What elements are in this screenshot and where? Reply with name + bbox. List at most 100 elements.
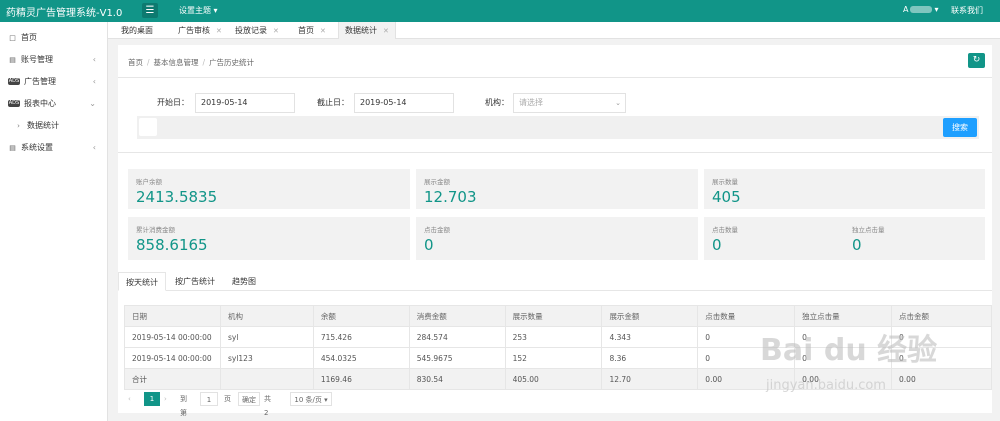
table-cell: syl123 (219, 347, 314, 369)
tab-trend[interactable]: 趋势图 (224, 272, 264, 291)
breadcrumb: 首页 / 基本信息管理 / 广告历史统计 (128, 57, 254, 68)
table-cell: 545.9675 (408, 347, 506, 369)
stat-label: 点击数量 (712, 226, 738, 234)
chevron-down-icon: ⌄ (615, 99, 621, 107)
close-icon[interactable]: ✕ (383, 27, 389, 35)
breadcrumb-home[interactable]: 首页 (128, 58, 143, 67)
user-initial: A (903, 5, 909, 14)
close-icon[interactable]: ✕ (216, 27, 222, 35)
column-header[interactable]: 展示数量 (504, 305, 603, 327)
top-bar: 药精灵广告管理系统-V1.0 ☰ 设置主题 ▾ A ▾ 联系我们 (0, 0, 1000, 22)
stat-label-secondary: 独立点击量 (852, 226, 885, 234)
report-badge-icon: ADS (8, 100, 20, 107)
divider (118, 77, 992, 78)
home-icon: □ (9, 34, 16, 42)
table-cell: 2019-05-14 00:00:00 (124, 347, 221, 369)
prev-page-icon[interactable]: ‹ (128, 392, 140, 406)
contact-link[interactable]: 联系我们 (951, 5, 983, 16)
table-cell: 454.0325 (312, 347, 410, 369)
sidebar-item-label: 首页 (21, 33, 37, 42)
sidebar-item-account[interactable]: ▤ 账号管理 ‹ (0, 49, 107, 71)
tab-ad-review[interactable]: 广告审核 ✕ (172, 22, 228, 39)
page-1-button[interactable]: 1 (144, 392, 160, 406)
column-header[interactable]: 机构 (219, 305, 314, 327)
stat-card-balance: 账户余额 2413.5835 (128, 169, 410, 209)
table-cell: 2019-05-14 00:00:00 (124, 326, 221, 348)
end-date-input[interactable]: 2019-05-14 (354, 93, 454, 113)
table-cell (219, 368, 314, 390)
page-size-select[interactable]: 10 条/页 ▾ (290, 392, 332, 406)
sidebar-item-label: 报表中心 (24, 99, 56, 108)
org-select[interactable]: 请选择 ⌄ (513, 93, 626, 113)
column-header[interactable]: 独立点击量 (794, 305, 893, 327)
stat-label: 展示金额 (424, 178, 450, 186)
divider (118, 152, 992, 153)
tab-by-day[interactable]: 按天统计 (118, 272, 166, 291)
table-cell: 284.574 (408, 326, 506, 348)
start-date-input[interactable]: 2019-05-14 (195, 93, 295, 113)
view-tabs: 按天统计 按广告统计 趋势图 (118, 272, 992, 291)
baidu-watermark: Bai du 经验 (760, 333, 938, 368)
page-unit-label: 页 (224, 395, 231, 403)
start-date-label: 开始日： (157, 98, 189, 107)
column-header[interactable]: 日期 (124, 305, 221, 327)
tab-desktop[interactable]: 我的桌面 (115, 22, 171, 39)
stat-label: 累计消费金额 (136, 226, 175, 234)
tab-label: 投放记录 (235, 26, 267, 35)
tab-by-ad[interactable]: 按广告统计 (170, 272, 220, 291)
tab-home[interactable]: 首页 ✕ (292, 22, 336, 39)
next-page-icon[interactable]: › (164, 392, 176, 406)
chevron-down-icon: ⌄ (89, 99, 96, 108)
stat-value-secondary: 0 (852, 236, 862, 254)
tab-label: 首页 (298, 26, 314, 35)
table-cell: 0.00 (891, 368, 992, 390)
stat-card-clicks: 点击数量 0 独立点击量 0 (704, 217, 985, 260)
stat-card-click-amount: 点击金额 0 (416, 217, 698, 260)
column-header[interactable]: 点击数量 (697, 305, 796, 327)
user-menu[interactable]: A ▾ (903, 5, 939, 14)
close-icon[interactable]: ✕ (320, 27, 326, 35)
stat-value: 405 (712, 188, 741, 206)
column-header[interactable]: 点击金额 (891, 305, 992, 327)
stat-card-show-count: 展示数量 405 (704, 169, 985, 209)
column-header[interactable]: 消费金额 (408, 305, 506, 327)
page-tabs: 我的桌面 广告审核 ✕ 投放记录 ✕ 首页 ✕ 数据统计 ✕ (108, 22, 1000, 39)
stat-card-total-spend: 累计消费金额 858.6165 (128, 217, 410, 260)
stat-value: 0 (712, 236, 722, 254)
search-button[interactable]: 搜索 (943, 118, 977, 137)
tab-delivery-records[interactable]: 投放记录 ✕ (229, 22, 285, 39)
goto-page-input[interactable]: 1 (200, 392, 218, 406)
stat-value: 2413.5835 (136, 188, 218, 206)
confirm-button[interactable]: 确定 (238, 392, 260, 406)
breadcrumb-basic-info[interactable]: 基本信息管理 (154, 58, 199, 67)
refresh-icon[interactable]: ↻ (968, 53, 985, 68)
toolbar (137, 116, 979, 139)
chevron-left-icon: ‹ (92, 143, 96, 152)
org-label: 机构： (485, 98, 509, 107)
theme-menu-button[interactable]: 设置主题 ▾ (179, 5, 218, 16)
tab-label: 数据统计 (345, 26, 377, 35)
breadcrumb-separator: / (147, 58, 150, 67)
table-cell: 4.343 (601, 326, 699, 348)
breadcrumb-separator: / (202, 58, 206, 67)
table-cell: 715.426 (312, 326, 410, 348)
column-header[interactable]: 展示金额 (601, 305, 699, 327)
close-icon[interactable]: ✕ (273, 27, 279, 35)
select-all-checkbox[interactable] (139, 118, 157, 136)
tab-data-stats[interactable]: 数据统计 ✕ (338, 22, 396, 39)
stat-value: 0 (424, 236, 434, 254)
stat-label: 展示数量 (712, 178, 738, 186)
chevron-left-icon: ‹ (92, 77, 96, 86)
sidebar-item-home[interactable]: □ 首页 (0, 27, 107, 49)
table-cell: 1169.46 (312, 368, 410, 390)
table-cell: 253 (504, 326, 603, 348)
sidebar-item-reports[interactable]: ADS 报表中心 ⌄ (0, 93, 107, 115)
column-header[interactable]: 余额 (312, 305, 410, 327)
hamburger-icon[interactable]: ☰ (142, 3, 158, 18)
sidebar-item-data-stats[interactable]: › 数据统计 (0, 115, 107, 137)
table-cell: syl (219, 326, 314, 348)
sidebar-item-settings[interactable]: ▤ 系统设置 ‹ (0, 137, 107, 159)
stat-value: 858.6165 (136, 236, 208, 254)
sidebar-item-ads[interactable]: ADS 广告管理 ‹ (0, 71, 107, 93)
table-cell: 合计 (124, 368, 221, 390)
